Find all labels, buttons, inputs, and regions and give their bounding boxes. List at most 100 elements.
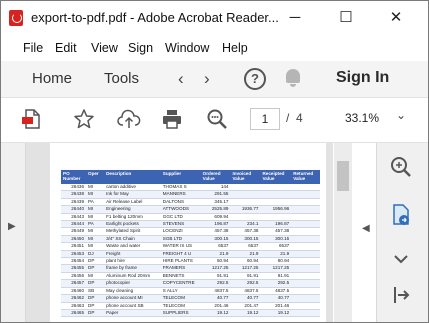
- table-cell: [291, 302, 320, 310]
- document-view[interactable]: PO Number Oper Description Supplier Orde…: [26, 143, 333, 322]
- collapse-panel-icon[interactable]: [389, 283, 413, 307]
- table-cell: [291, 287, 320, 296]
- print-icon[interactable]: [161, 108, 183, 130]
- table-cell: plant hire: [104, 257, 161, 266]
- table-cell: 300.15: [230, 235, 261, 244]
- table-cell: GGC LTD: [160, 213, 201, 222]
- table-cell: 26451: [61, 242, 86, 251]
- export-pdf-icon[interactable]: [389, 203, 413, 227]
- table-cell: Aluminum Rod 20mm: [104, 272, 161, 281]
- table-cell: 457.38: [200, 227, 231, 236]
- table-cell: 1217.25: [260, 264, 292, 273]
- table-cell: STEVENS: [160, 220, 201, 229]
- forward-chevron-icon[interactable]: ›: [204, 69, 210, 89]
- table-cell: 91.91: [260, 272, 292, 281]
- table-cell: 292.5: [260, 279, 292, 288]
- table-cell: 91.91: [230, 272, 261, 281]
- table-cell: 26454: [61, 257, 86, 266]
- table-cell: [291, 190, 320, 199]
- table-cell: 26460: [61, 287, 86, 296]
- table-cell: MI: [86, 190, 105, 199]
- main-toolbar: 1 / 4 33.1% ⌄: [1, 98, 428, 143]
- column-header: Receipted Value: [260, 170, 292, 184]
- column-header: Description: [104, 170, 161, 184]
- table-cell: 40.77: [230, 294, 261, 303]
- maximize-button[interactable]: ☐: [335, 7, 357, 29]
- table-cell: 19.12: [260, 309, 292, 318]
- page-number-input[interactable]: 1: [250, 108, 280, 130]
- table-cell: [291, 257, 320, 266]
- menu-window[interactable]: Window: [165, 41, 209, 55]
- chevron-down-icon[interactable]: [389, 249, 413, 269]
- collapse-right-pane-arrow-icon[interactable]: ◀: [362, 223, 370, 234]
- home-tab[interactable]: Home: [32, 70, 72, 87]
- table-cell: Freight: [104, 250, 161, 259]
- table-cell: [291, 309, 320, 318]
- table-cell: phone account SB: [104, 302, 161, 310]
- expand-left-pane-arrow-icon[interactable]: ▶: [8, 221, 16, 232]
- table-cell: MI: [86, 227, 105, 236]
- menu-file[interactable]: File: [23, 41, 43, 55]
- table-cell: DP: [86, 294, 105, 303]
- zoom-dropdown-chevron-icon[interactable]: ⌄: [396, 108, 406, 122]
- table-cell: Air Release Label: [104, 198, 161, 207]
- column-header: Ordered Value: [200, 170, 231, 184]
- sign-in-button[interactable]: Sign In: [336, 69, 389, 87]
- table-cell: 1217.25: [230, 264, 261, 273]
- table-cell: 6537: [200, 242, 231, 251]
- left-pane: ▶: [1, 143, 26, 322]
- scrollbar-thumb[interactable]: [337, 161, 349, 191]
- back-chevron-icon[interactable]: ‹: [178, 69, 184, 89]
- table-row: 26450 MI 3/4" SS Chain SGB LTD 300.15 300.15 3…: [61, 235, 320, 244]
- table-cell: [291, 279, 320, 288]
- menu-view[interactable]: View: [91, 41, 118, 55]
- table-cell: 6537: [230, 242, 261, 251]
- table-cell: 292.5: [230, 279, 261, 288]
- tools-tab[interactable]: Tools: [104, 70, 139, 87]
- table-cell: MI: [86, 242, 105, 251]
- menu-help[interactable]: Help: [222, 41, 248, 55]
- menu-edit[interactable]: Edit: [55, 41, 77, 55]
- upload-cloud-icon[interactable]: [117, 108, 141, 130]
- search-icon[interactable]: [206, 108, 228, 130]
- table-cell: DP: [86, 264, 105, 273]
- table-cell: COPYCENTRE: [160, 279, 201, 288]
- vertical-scrollbar[interactable]: [334, 143, 352, 322]
- table-cell: Waste and water: [104, 242, 161, 251]
- table-cell: 21.9: [260, 250, 292, 259]
- table-cell: 4837.5: [200, 287, 231, 296]
- table-cell: Engineering: [104, 205, 161, 214]
- table-cell: MI: [86, 205, 105, 214]
- table-row: 26440 MI Engineering ATTWOODS 2525.89 1936.77…: [61, 205, 320, 214]
- table-cell: 26453: [61, 250, 86, 259]
- table-cell: 196.87: [260, 220, 292, 229]
- table-cell: 26462: [61, 294, 86, 303]
- close-button[interactable]: ✕: [385, 7, 407, 29]
- minimize-button[interactable]: ─: [284, 7, 306, 29]
- create-pdf-icon[interactable]: [21, 108, 43, 130]
- table-cell: WATER IS US: [160, 242, 201, 251]
- table-cell: Methylated Spirit: [104, 227, 161, 236]
- menu-sign[interactable]: Sign: [128, 41, 153, 55]
- table-cell: TELECOM: [160, 302, 201, 310]
- table-cell: [230, 198, 261, 207]
- table-row: 26439 PA Air Release Label DALTONS 345.17: [61, 198, 320, 207]
- notification-bell-icon[interactable]: [286, 69, 300, 87]
- table-cell: 300.15: [200, 235, 231, 244]
- help-icon[interactable]: ?: [244, 68, 266, 90]
- column-header: Oper: [86, 170, 105, 184]
- zoom-in-icon[interactable]: [389, 155, 413, 179]
- table-cell: [291, 198, 320, 207]
- zoom-level[interactable]: 33.1%: [345, 111, 379, 125]
- table-cell: ATTWOODS: [160, 205, 201, 214]
- page-total: 4: [296, 111, 303, 125]
- table-cell: 1217.25: [200, 264, 231, 273]
- table-cell: 91.91: [200, 272, 231, 281]
- table-cell: 19.12: [230, 309, 261, 318]
- table-row: 26456 MI Aluminum Rod 20mm BENNETS 91.91 91.9…: [61, 272, 320, 281]
- column-header: PO Number: [61, 170, 86, 184]
- table-cell: [291, 205, 320, 214]
- bookmark-star-icon[interactable]: [73, 108, 95, 130]
- table-cell: [291, 272, 320, 281]
- table-cell: [291, 227, 320, 236]
